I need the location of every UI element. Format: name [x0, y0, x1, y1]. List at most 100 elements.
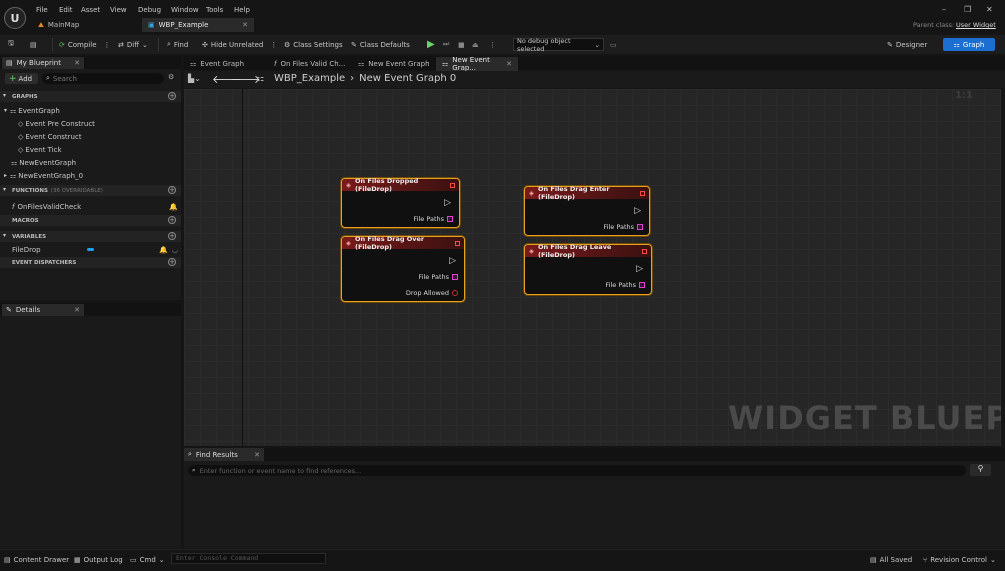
parent-class-link[interactable]: User Widget: [956, 21, 996, 29]
graph-tab-new-event-graph-0[interactable]: ⚏ New Event Grap... ✕: [436, 56, 518, 72]
tab-close-icon[interactable]: ✕: [74, 59, 80, 67]
add-graph-icon[interactable]: +: [168, 92, 176, 100]
graph-item-neweventgraph-0[interactable]: ▸ ⚏ NewEventGraph_0: [4, 169, 83, 182]
menu-file[interactable]: File: [36, 6, 48, 16]
section-functions[interactable]: FUNCTIONS (36 OVERRIDABLE): [0, 185, 181, 196]
breadcrumb-root[interactable]: WBP_Example: [274, 73, 345, 84]
hide-unrelated-options-icon[interactable]: ⋮: [270, 41, 277, 49]
add-function-icon[interactable]: +: [168, 186, 176, 194]
menu-edit[interactable]: Edit: [59, 6, 73, 16]
pin-file-paths[interactable]: File Paths: [413, 215, 453, 223]
delegate-pin-icon[interactable]: [455, 240, 460, 246]
content-drawer-button[interactable]: ▤ Content Drawer: [4, 553, 69, 566]
console-input[interactable]: Enter Console Command: [171, 553, 326, 564]
graph-tab-event-graph[interactable]: ⚏ Event Graph: [184, 57, 268, 71]
exec-pin-icon[interactable]: ▷: [449, 256, 456, 266]
node-on-files-drag-over[interactable]: ◈ On Files Drag Over (FileDrop) ▷ File P…: [341, 235, 465, 302]
graph-item-event-tick[interactable]: ◇ Event Tick: [18, 143, 62, 156]
cmd-dropdown[interactable]: ▭ Cmd ⌄: [130, 553, 165, 566]
variable-item-filedrop[interactable]: FileDrop 🔔 ◡: [12, 243, 178, 256]
debug-browse-icon[interactable]: ▭: [610, 38, 617, 51]
pin-file-paths[interactable]: File Paths: [605, 281, 645, 289]
exec-pin-icon[interactable]: ▷: [444, 198, 451, 208]
visibility-eye-icon[interactable]: ◡: [172, 246, 178, 254]
all-saved-indicator[interactable]: ▤ All Saved: [870, 553, 912, 566]
graph-canvas[interactable]: Zoom 1:1 WIDGET BLUEPRINT ◈ On Files Dro…: [184, 89, 1001, 446]
tab-close-icon[interactable]: ✕: [74, 306, 80, 314]
graph-item-neweventgraph[interactable]: ⚏ NewEventGraph: [11, 156, 76, 169]
pin-drop-allowed[interactable]: Drop Allowed: [406, 289, 458, 297]
variable-type-pill[interactable]: [86, 248, 94, 251]
menu-window[interactable]: Window: [171, 6, 199, 16]
unreal-logo-icon[interactable]: U: [4, 7, 26, 29]
delegate-pin-icon[interactable]: [642, 248, 647, 254]
node-on-files-dropped[interactable]: ◈ On Files Dropped (FileDrop) ▷ File Pat…: [341, 177, 460, 228]
stop-icon[interactable]: ■: [458, 38, 465, 51]
menu-debug[interactable]: Debug: [138, 6, 161, 16]
blueprint-search-box[interactable]: ⌕ Search: [42, 73, 164, 84]
menu-help[interactable]: Help: [234, 6, 250, 16]
compile-options-icon[interactable]: ⋮: [104, 41, 111, 49]
pin-file-paths[interactable]: File Paths: [603, 223, 643, 231]
maximize-icon[interactable]: ❐: [964, 5, 971, 14]
browse-icon[interactable]: ▤: [30, 38, 37, 51]
class-defaults-button[interactable]: ✎ Class Defaults: [351, 38, 410, 51]
details-tab[interactable]: ✎ Details ✕: [2, 304, 84, 316]
find-references-input[interactable]: Enter function or event name to find ref…: [200, 467, 362, 475]
section-macros[interactable]: MACROS: [0, 215, 181, 226]
class-settings-button[interactable]: ⚙ Class Settings: [284, 38, 343, 51]
find-results-tab[interactable]: ⌕ Find Results ✕: [184, 448, 264, 461]
menu-asset[interactable]: Asset: [81, 6, 100, 16]
bookmark-icon[interactable]: ▙⌄: [188, 74, 201, 83]
collapse-arrow-icon[interactable]: ▾: [3, 232, 6, 239]
menu-tools[interactable]: Tools: [206, 6, 223, 16]
graph-tab-on-files-valid[interactable]: f On Files Valid Ch...: [268, 57, 352, 71]
graph-tab-new-event-graph[interactable]: ⚏ New Event Graph: [352, 57, 436, 71]
graph-item-eventgraph[interactable]: ▾ ⚏ EventGraph: [4, 104, 60, 117]
compile-button[interactable]: ⟳ Compile ⋮: [59, 38, 111, 51]
pin-file-paths[interactable]: File Paths: [418, 273, 458, 281]
node-on-files-drag-enter[interactable]: ◈ On Files Drag Enter (FileDrop) ▷ File …: [524, 185, 650, 236]
binoculars-icon[interactable]: ⚲: [970, 464, 991, 476]
revision-control-button[interactable]: ⑂ Revision Control ⌄: [923, 553, 996, 566]
node-on-files-drag-leave[interactable]: ◈ On Files Drag Leave (FileDrop) ▷ File …: [524, 243, 652, 295]
tab-close-icon[interactable]: ✕: [506, 60, 512, 68]
find-button[interactable]: ⌕ Find: [167, 38, 188, 51]
delegate-pin-icon[interactable]: [450, 182, 455, 188]
collapse-arrow-icon[interactable]: ▾: [3, 186, 6, 193]
tab-close-icon[interactable]: ✕: [254, 451, 260, 459]
exec-pin-icon[interactable]: ▷: [634, 206, 641, 216]
add-dispatcher-icon[interactable]: +: [168, 258, 176, 266]
play-icon[interactable]: ▶: [427, 38, 435, 51]
add-macro-icon[interactable]: +: [168, 216, 176, 224]
collapse-arrow-icon[interactable]: ▾: [3, 92, 6, 99]
output-log-button[interactable]: ▦ Output Log: [74, 553, 123, 566]
menu-view[interactable]: View: [110, 6, 127, 16]
debug-object-dropdown[interactable]: No debug object selected ⌄: [513, 37, 604, 53]
hide-unrelated-button[interactable]: ✣ Hide Unrelated ⋮: [202, 38, 277, 51]
play-options-icon[interactable]: ⋮: [489, 38, 496, 51]
graph-button[interactable]: ⚏ Graph: [943, 38, 995, 51]
section-graphs[interactable]: GRAPHS: [0, 91, 181, 102]
tab-mainmap[interactable]: ⛰ MainMap: [32, 18, 140, 32]
exec-pin-icon[interactable]: ▷: [636, 264, 643, 274]
my-blueprint-tab[interactable]: ▤ My Blueprint ✕: [2, 57, 84, 69]
tab-close-icon[interactable]: ✕: [242, 21, 248, 29]
graph-item-event-construct[interactable]: ◇ Event Construct: [18, 130, 82, 143]
add-variable-icon[interactable]: +: [168, 232, 176, 240]
function-item-onfilesvalidcheck[interactable]: f OnFilesValidCheck 🔔: [12, 200, 178, 213]
find-references-box[interactable]: ⌕ Enter function or event name to find r…: [188, 465, 966, 476]
close-window-icon[interactable]: ✕: [986, 5, 993, 14]
section-event-dispatchers[interactable]: EVENT DISPATCHERS: [0, 257, 181, 268]
add-button[interactable]: + Add: [5, 73, 38, 84]
graph-item-event-pre-construct[interactable]: ◇ Event Pre Construct: [18, 117, 95, 130]
step-icon[interactable]: ⏭: [443, 38, 449, 51]
designer-button[interactable]: ✎ Designer: [887, 38, 927, 51]
save-icon[interactable]: 🖫: [8, 38, 14, 51]
diff-button[interactable]: ⇄ Diff ⌄: [118, 38, 148, 51]
tab-wbp-example[interactable]: ▣ WBP_Example ✕: [142, 18, 254, 32]
settings-gear-icon[interactable]: ⚙: [168, 73, 174, 81]
delegate-pin-icon[interactable]: [640, 190, 645, 196]
eject-icon[interactable]: ⏏: [472, 38, 479, 51]
minimize-icon[interactable]: –: [942, 5, 946, 14]
